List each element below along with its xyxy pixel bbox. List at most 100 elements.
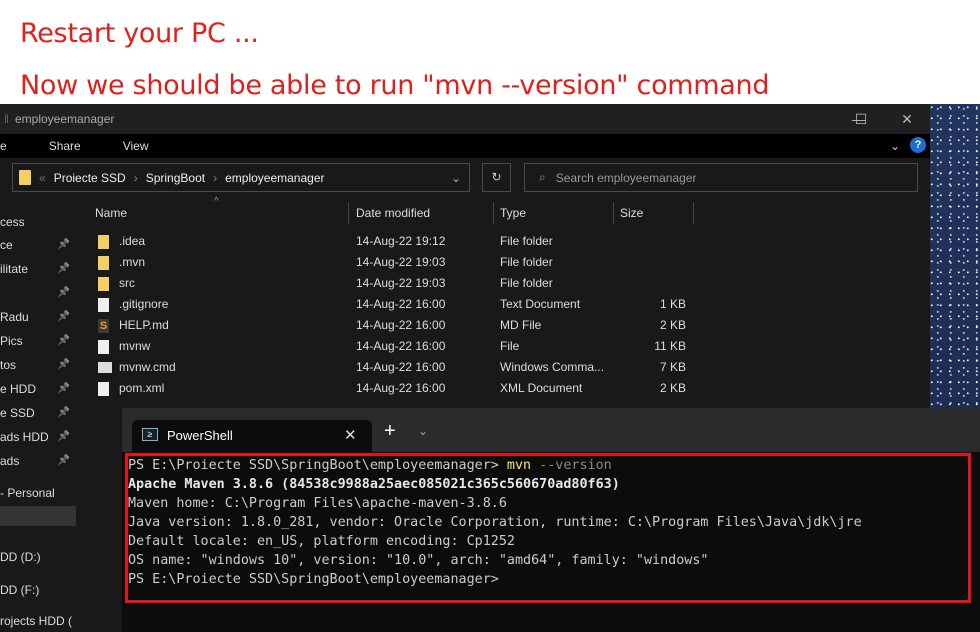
sublime-file-icon: S [98, 319, 109, 333]
file-row[interactable]: S HELP.md 14-Aug-22 16:00 MD File 2 KB [76, 315, 716, 336]
sidebar-item[interactable]: e SSD 📌 [0, 403, 76, 423]
pin-icon: 📌 [57, 431, 70, 442]
output-line: Maven home: C:\Program Files\apache-mave… [128, 496, 507, 511]
sidebar-item[interactable]: cess [0, 212, 76, 232]
pin-icon: 📌 [57, 335, 70, 346]
dropdown-chevron-icon[interactable]: ⌄ [418, 424, 428, 438]
sidebar-item[interactable]: DD (F:) [0, 580, 76, 600]
sidebar-item[interactable]: ads HDD 📌 [0, 427, 76, 447]
file-row[interactable]: src 14-Aug-22 19:03 File folder [76, 273, 716, 294]
sort-ascending-icon: ^ [214, 196, 219, 207]
sidebar-item[interactable] [0, 506, 76, 526]
sidebar-item[interactable]: ilitate 📌 [0, 259, 76, 279]
file-date: 14-Aug-22 19:12 [356, 234, 446, 248]
file-row[interactable]: .gitignore 14-Aug-22 16:00 Text Document 1 … [76, 294, 716, 315]
sidebar-item[interactable]: e HDD 📌 [0, 379, 76, 399]
cmd-file-icon [98, 362, 112, 373]
sidebar-item-label: Radu [0, 310, 29, 324]
column-size[interactable]: Size [620, 200, 643, 226]
address-bar[interactable]: « Proiecte SSD › SpringBoot › employeemana… [12, 163, 470, 192]
file-type: Windows Comma... [500, 360, 605, 374]
sidebar-item[interactable]: ce 📌 [0, 235, 76, 255]
pin-icon: 📌 [57, 407, 70, 418]
terminal-window: ≥ PowerShell ✕ + ⌄ PS E:\Proiecte SSD\Sp… [122, 408, 980, 632]
breadcrumb-springboot[interactable]: SpringBoot [146, 171, 205, 185]
file-row[interactable]: .idea 14-Aug-22 19:12 File folder [76, 231, 716, 252]
file-row[interactable]: mvnw.cmd 14-Aug-22 16:00 Windows Comma... 7… [76, 357, 716, 378]
file-type: Text Document [500, 297, 581, 311]
sidebar-item-label: ads HDD [0, 430, 49, 444]
file-size: 2 KB [659, 318, 686, 332]
file-date: 14-Aug-22 19:03 [356, 255, 446, 269]
sidebar-item[interactable]: 📌 [0, 283, 76, 303]
pin-icon: 📌 [57, 311, 70, 322]
refresh-button[interactable]: ↻ [482, 163, 511, 192]
sidebar-item-label: DD (F:) [0, 583, 40, 597]
folder-icon [98, 235, 109, 249]
tab-label: PowerShell [167, 428, 233, 443]
file-date: 14-Aug-22 16:00 [356, 381, 446, 395]
final-prompt: PS E:\Proiecte SSD\SpringBoot\employeema… [128, 572, 499, 587]
chevron-down-icon[interactable]: ⌄ [451, 171, 461, 185]
ribbon-tab-file[interactable]: e [0, 139, 7, 153]
terminal-output[interactable]: PS E:\Proiecte SSD\SpringBoot\employeema… [122, 452, 980, 632]
sidebar-item[interactable]: - Personal [0, 483, 76, 503]
file-icon [98, 382, 109, 396]
tab-powershell[interactable]: ≥ PowerShell ✕ [132, 420, 372, 452]
expand-ribbon-icon[interactable]: ⌄ [890, 139, 900, 153]
file-type: MD File [500, 318, 542, 332]
ribbon-tab-share[interactable]: Share [49, 139, 81, 153]
sidebar-item-label: ads [0, 454, 20, 468]
sidebar-item[interactable]: DD (D:) [0, 547, 76, 567]
file-size: 1 KB [659, 297, 686, 311]
sidebar-item-label: e HDD [0, 382, 37, 396]
console-text: PS E:\Proiecte SSD\SpringBoot\employeema… [128, 456, 862, 589]
sidebar-item-label: tos [0, 358, 17, 372]
sidebar-item[interactable]: rojects HDD ( [0, 611, 76, 631]
sidebar-item[interactable]: Radu 📌 [0, 307, 76, 327]
sidebar-item[interactable]: tos 📌 [0, 355, 76, 375]
pin-icon: 📌 [57, 383, 70, 394]
help-icon[interactable]: ? [910, 137, 926, 153]
search-icon: ⌕ [539, 170, 546, 184]
close-button[interactable]: ✕ [884, 104, 930, 134]
breadcrumb-employeemanager[interactable]: employeemanager [225, 171, 324, 185]
file-name: pom.xml [119, 381, 165, 395]
output-line: Java version: 1.8.0_281, vendor: Oracle … [128, 515, 862, 530]
breadcrumb-proiecte-ssd[interactable]: Proiecte SSD [54, 171, 126, 185]
close-tab-icon[interactable]: ✕ [344, 426, 357, 444]
sidebar-item-label: - Personal [0, 486, 55, 500]
file-name: .mvn [119, 255, 146, 269]
window-title: employeemanager [14, 112, 115, 126]
sidebar-item[interactable]: Pics 📌 [0, 331, 76, 351]
file-name: HELP.md [119, 318, 169, 332]
sidebar-item[interactable]: ads 📌 [0, 451, 76, 471]
pin-icon: 📌 [57, 455, 70, 466]
column-name[interactable]: Name [95, 200, 127, 226]
file-row[interactable]: .mvn 14-Aug-22 19:03 File folder [76, 252, 716, 273]
file-name: .gitignore [119, 297, 169, 311]
sidebar-item-label: e SSD [0, 406, 35, 420]
new-tab-button[interactable]: + [384, 420, 396, 443]
search-input[interactable]: ⌕ Search employeemanager [524, 163, 918, 192]
file-type: File [500, 339, 520, 353]
sidebar-item-label: ce [0, 238, 13, 252]
maximize-button[interactable]: ☐ [838, 104, 884, 134]
file-row[interactable]: mvnw 14-Aug-22 16:00 File 11 KB [76, 336, 716, 357]
chevron-left-icon: « [39, 170, 46, 185]
annotation-line-2: Now we should be able to run "mvn --vers… [20, 70, 770, 101]
ribbon-tab-view[interactable]: View [123, 139, 149, 153]
file-name: mvnw [119, 339, 151, 353]
output-line: Apache Maven 3.8.6 (84538c9988a25aec0850… [128, 477, 620, 492]
file-date: 14-Aug-22 16:00 [356, 339, 446, 353]
file-size: 7 KB [659, 360, 686, 374]
file-type: File folder [500, 276, 553, 290]
file-row[interactable]: pom.xml 14-Aug-22 16:00 XML Document 2 KB [76, 378, 716, 399]
title-bar: ‖ employeemanager [0, 104, 930, 134]
sidebar-item-label: Pics [0, 334, 23, 348]
column-date-modified[interactable]: Date modified [356, 200, 430, 226]
folder-icon [98, 277, 109, 291]
pin-icon: 📌 [57, 359, 70, 370]
pin-icon: 📌 [57, 287, 70, 298]
column-type[interactable]: Type [500, 200, 526, 226]
